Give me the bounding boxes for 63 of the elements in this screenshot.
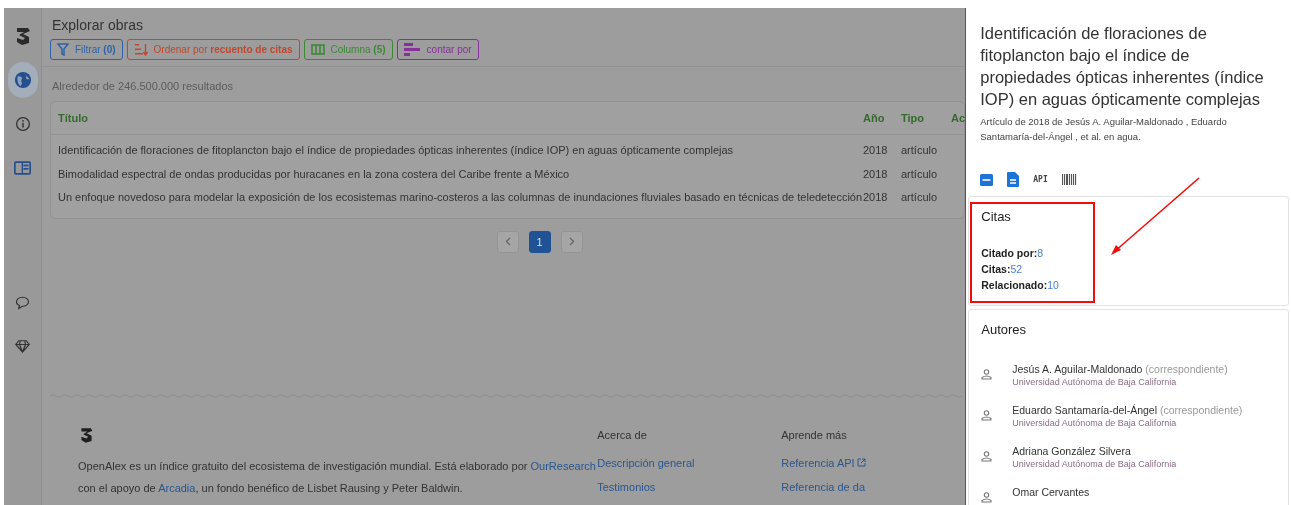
footer-heading: Acerca de xyxy=(597,428,648,443)
table-cell-text: 2018 xyxy=(863,190,889,205)
diamond-icon[interactable] xyxy=(15,339,30,353)
chevron-right-icon xyxy=(568,237,575,246)
author-affiliation[interactable]: Universidad Autónoma de Baja California xyxy=(1012,458,1177,470)
filter-icon xyxy=(57,43,69,56)
author-name[interactable]: Omar Cervantes xyxy=(1012,486,1090,499)
barcode-icon[interactable] xyxy=(1061,174,1077,185)
bars-button[interactable]: contar por xyxy=(396,39,479,60)
person-icon xyxy=(981,410,993,421)
column-header[interactable]: Ac xyxy=(951,102,966,134)
table-cell-text: 2018 xyxy=(863,166,889,182)
sort-icon xyxy=(133,43,148,56)
column-header[interactable]: Año xyxy=(863,102,901,134)
person-icon xyxy=(981,369,993,380)
nav-item[interactable] xyxy=(7,62,38,98)
page-title: Explorar obras xyxy=(51,16,145,33)
table-cell-text: artículo xyxy=(901,190,939,205)
columns-icon xyxy=(310,44,325,55)
chevron-left-icon xyxy=(504,237,511,246)
author-affiliation[interactable]: Universidad Autónoma de Baja California xyxy=(1012,417,1243,429)
panel-icon[interactable] xyxy=(14,161,31,175)
table-cell-text: Identificación de floraciones de fitoplancton bajo el índice de propiedades ópticas inherentes (índice IOP) en aguas ópticamente complejas xyxy=(58,143,735,158)
document-icon[interactable] xyxy=(1007,172,1020,187)
external-link-icon xyxy=(856,458,866,467)
table-cell-text: artículo xyxy=(901,143,939,158)
filter-button[interactable]: Filtrar (0) xyxy=(50,39,123,60)
api-link[interactable]: API xyxy=(1033,175,1048,184)
work-title: Identificación de floraciones de fitoplancton bajo el índice de propiedades ópticas inherentes (índice IOP) en aguas ópticamente complejas xyxy=(979,23,1265,110)
footer-link[interactable]: OurResearch xyxy=(530,459,596,472)
footer-link[interactable]: Testimonios xyxy=(597,474,782,499)
footer-link[interactable]: Descripción general xyxy=(597,450,782,475)
chat-icon[interactable] xyxy=(15,294,30,310)
card-title: Autores xyxy=(981,322,1028,337)
column-header[interactable]: Título xyxy=(58,102,863,134)
info-icon[interactable] xyxy=(14,116,31,132)
citation-stat: Citado por:8 xyxy=(981,246,1045,261)
globe-icon[interactable] xyxy=(13,71,32,89)
work-byline: Artículo de 2018 de Jesús A. Aguilar-Maldonado , Eduardo Santamaría-del-Ángel , et al. en agua. xyxy=(979,115,1228,144)
person-icon xyxy=(981,451,993,462)
author-affiliation[interactable]: Universidad Autónoma de Baja California xyxy=(1012,376,1228,388)
bar-chart-icon xyxy=(403,43,421,56)
page-button[interactable]: 1 xyxy=(528,230,551,253)
sort-button[interactable]: Ordenar por recuento de citas xyxy=(126,39,300,60)
citation-stat: Citas:52 xyxy=(981,262,1024,277)
pdf-icon[interactable] xyxy=(980,173,994,186)
results-count: Alrededor de 246.500.000 resultados xyxy=(51,79,235,94)
footer-heading: Aprende más xyxy=(781,428,848,443)
footer-link[interactable]: Referencia de da xyxy=(781,474,966,499)
author-name[interactable]: Adriana González Silvera xyxy=(1012,445,1177,458)
card-title: Citas xyxy=(981,209,1012,224)
columns-button[interactable]: Columna (5) xyxy=(303,39,393,60)
about-text: OpenAlex es un índice gratuito del ecosistema de investigación mundial. Está elaborado por OurResearch con el apoyo de Arcadia, un fondo benéfico de Lisbet Rausing y Peter Baldwin. xyxy=(78,458,597,496)
footer-link[interactable]: Referencia API xyxy=(781,450,966,475)
table-cell-text: Bimodalidad espectral de ondas producidas por huracanes en la zona costera del Caribe frente a México xyxy=(58,166,571,182)
table-cell-text: Un enfoque novedoso para modelar la exposición de los ecosistemas marino-costeros a las columnas de inundaciones fluviales basado en técnicas de teledetección xyxy=(58,190,863,205)
table-cell-text: 2018 xyxy=(863,143,889,158)
author-name[interactable]: Eduardo Santamaría-del-Ángel (correspondiente) xyxy=(1012,404,1243,417)
table-cell-text: artículo xyxy=(901,166,939,182)
author-name[interactable]: Jesús A. Aguilar-Maldonado (correspondiente) xyxy=(1012,363,1228,376)
column-header[interactable]: Tipo xyxy=(901,102,951,134)
citation-stat: Relacionado:10 xyxy=(981,278,1060,293)
person-icon xyxy=(981,492,993,503)
